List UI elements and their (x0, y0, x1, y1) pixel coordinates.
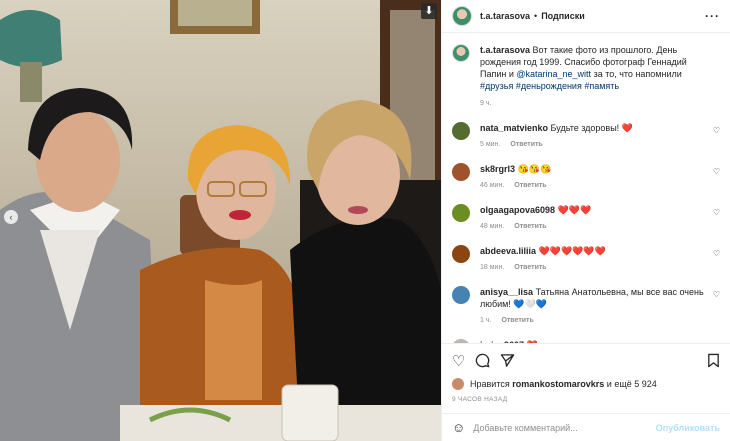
comment-like-icon[interactable]: ♡ (713, 290, 720, 299)
comment-meta: 1 ч. Ответить (480, 315, 715, 327)
comment-text: ❤️❤️❤️ (557, 205, 592, 215)
commenter-avatar[interactable] (452, 122, 470, 140)
comment-like-icon[interactable]: ♡ (713, 249, 720, 258)
chevron-left-icon[interactable]: ‹ (4, 210, 18, 224)
comment-text: ❤️❤️❤️❤️❤️❤️ (538, 246, 606, 256)
comment-time: 1 ч. (480, 317, 492, 324)
commenter-username[interactable]: nata_matvienko (480, 123, 548, 133)
comment-meta: 18 мин. Ответить (480, 262, 715, 274)
likes-prefix: Нравится (470, 379, 510, 389)
comment-row: sk8rgrl3 😘😘😘 46 мин. Ответить ♡ (452, 163, 720, 192)
likes-summary[interactable]: Нравится romankostomarovkrs и ещё 5 924 (452, 378, 720, 390)
comment-row: olgaagapova6098 ❤️❤️❤️ 48 мин. Ответить ♡ (452, 204, 720, 233)
caption-hashtags[interactable]: #друзья #деньрождения #память (480, 81, 619, 91)
commenter-avatar[interactable] (452, 286, 470, 304)
likes-suffix[interactable]: и ещё 5 924 (607, 379, 657, 389)
liker-username[interactable]: romankostomarovkrs (512, 379, 604, 389)
comment-like-icon[interactable]: ♡ (713, 208, 720, 217)
share-icon[interactable] (500, 353, 515, 372)
download-icon[interactable]: ⬇ (421, 3, 437, 19)
caption-text-2: за то, что напомнили (591, 69, 682, 79)
commenter-username[interactable]: olgaagapova6098 (480, 205, 555, 215)
post-photo[interactable]: ⬇ ‹ (0, 0, 441, 441)
posted-time: 9 ЧАСОВ НАЗАД (452, 396, 508, 403)
author-avatar[interactable] (452, 6, 472, 26)
liker-avatar (452, 378, 464, 390)
comment-text: 😘😘😘 (517, 164, 552, 174)
comments-section[interactable]: t.a.tarasova Вот такие фото из прошлого.… (442, 34, 730, 343)
add-comment-bar: ☺ Опубликовать (442, 413, 730, 441)
commenter-username[interactable]: anisya__lisa (480, 287, 533, 297)
post-modal: ⬇ ‹ t.a.tarasova • Подписки ··· t.a.tara… (0, 0, 730, 441)
comment-time: 5 мин. (480, 141, 501, 148)
comment-time: 46 мин. (480, 182, 505, 189)
comment-body: olgaagapova6098 ❤️❤️❤️ 48 мин. Ответить (480, 204, 715, 233)
comment-meta: 46 мин. Ответить (480, 180, 715, 192)
comment-row: abdeeva.liliia ❤️❤️❤️❤️❤️❤️ 18 мин. Ответи… (452, 245, 720, 274)
comment-body: abdeeva.liliia ❤️❤️❤️❤️❤️❤️ 18 мин. Ответи… (480, 245, 715, 274)
caption-avatar[interactable] (452, 44, 470, 62)
comment-body: nata_matvienko Будьте здоровы! ❤️ 5 мин. О… (480, 122, 715, 151)
post-actions: ♡ Нравится romankostomarovkrs и ещё 5 92… (442, 343, 730, 403)
reply-button[interactable]: Ответить (501, 317, 533, 324)
caption-body: t.a.tarasova Вот такие фото из прошлого.… (480, 44, 710, 110)
more-options-icon[interactable]: ··· (705, 9, 720, 23)
comment-list: nata_matvienko Будьте здоровы! ❤️ 5 мин. О… (452, 122, 720, 343)
comment-text: Будьте здоровы! ❤️ (550, 123, 633, 133)
comment-row: nata_matvienko Будьте здоровы! ❤️ 5 мин. О… (452, 122, 720, 151)
reply-button[interactable]: Ответить (514, 223, 546, 230)
comment-body: sk8rgrl3 😘😘😘 46 мин. Ответить (480, 163, 715, 192)
comment-meta: 5 мин. Ответить (480, 139, 715, 151)
post-caption: t.a.tarasova Вот такие фото из прошлого.… (452, 44, 720, 110)
reply-button[interactable]: Ответить (514, 264, 546, 271)
post-header: t.a.tarasova • Подписки ··· (442, 0, 730, 33)
comment-icon[interactable] (475, 353, 491, 372)
comment-like-icon[interactable]: ♡ (713, 167, 720, 176)
caption-username[interactable]: t.a.tarasova (480, 45, 530, 55)
commenter-avatar[interactable] (452, 245, 470, 263)
emoji-icon[interactable]: ☺ (452, 420, 465, 435)
commenter-username[interactable]: sk8rgrl3 (480, 164, 515, 174)
comment-time: 48 мин. (480, 223, 505, 230)
comment-body: anisya__lisa Татьяна Анатольевна, мы все… (480, 286, 715, 327)
following-button[interactable]: Подписки (541, 11, 585, 21)
commenter-avatar[interactable] (452, 163, 470, 181)
reply-button[interactable]: Ответить (510, 141, 542, 148)
comment-row: anisya__lisa Татьяна Анатольевна, мы все… (452, 286, 720, 327)
publish-button[interactable]: Опубликовать (656, 423, 720, 433)
post-panel: t.a.tarasova • Подписки ··· t.a.tarasova… (441, 0, 730, 441)
caption-time: 9 ч. (480, 100, 492, 107)
comment-input[interactable] (473, 422, 656, 433)
commenter-avatar[interactable] (452, 204, 470, 222)
reply-button[interactable]: Ответить (514, 182, 546, 189)
comment-meta: 48 мин. Ответить (480, 221, 715, 233)
commenter-username[interactable]: abdeeva.liliia (480, 246, 536, 256)
action-icons: ♡ (452, 352, 720, 372)
photo-illustration (0, 0, 441, 441)
caption-mention[interactable]: @katarina_ne_witt (516, 69, 591, 79)
separator: • (534, 11, 538, 21)
comment-time: 18 мин. (480, 264, 505, 271)
heart-icon[interactable]: ♡ (452, 354, 465, 370)
author-username[interactable]: t.a.tarasova (480, 11, 530, 21)
comment-like-icon[interactable]: ♡ (713, 126, 720, 135)
bookmark-icon[interactable] (707, 353, 720, 372)
